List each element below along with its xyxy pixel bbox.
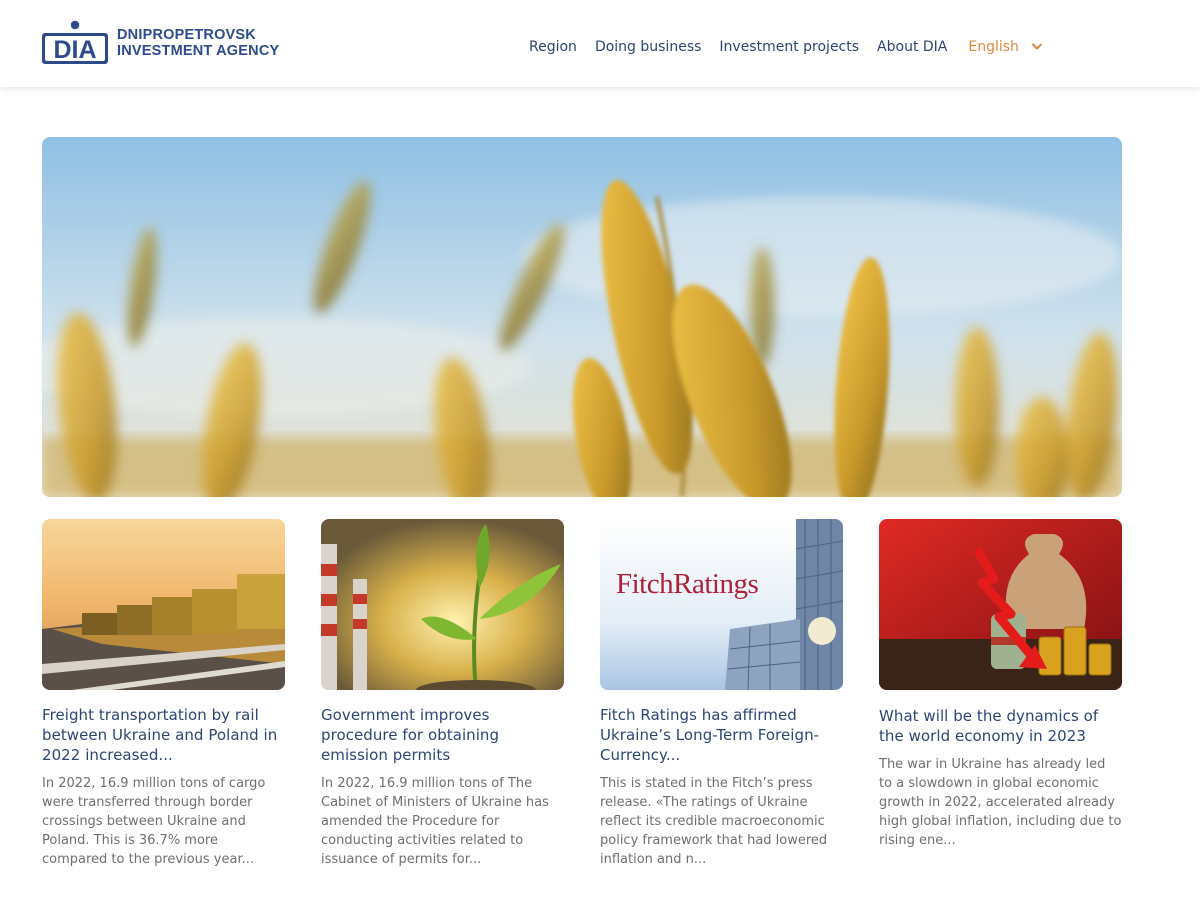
card-title[interactable]: Government improves procedure for obtain… — [321, 705, 564, 765]
chimneys-sprout-image — [321, 519, 564, 690]
news-card[interactable]: What will be the dynamics of the world e… — [879, 519, 1122, 850]
card-title[interactable]: Fitch Ratings has affirmed Ukraine’s Lon… — [600, 705, 843, 765]
freight-train-image — [42, 519, 285, 690]
news-cards: Freight transportation by rail between U… — [42, 519, 1122, 879]
wheat-field-image — [42, 137, 1122, 497]
card-excerpt: In 2022, 16.9 million tons of The Cabine… — [321, 776, 549, 867]
main-nav: Region Doing business Investment project… — [529, 38, 1043, 56]
fitch-ratings-image: FitchRatings — [600, 519, 843, 690]
site-header: DIA DNIPROPETROVSK INVESTMENT AGENCY Reg… — [0, 0, 1200, 87]
hero-banner[interactable] — [42, 137, 1122, 497]
card-excerpt: This is stated in the Fitch’s press rele… — [600, 776, 828, 867]
news-card[interactable]: FitchRatings Fitch Ratings has affirmed … — [600, 519, 843, 869]
card-excerpt: In 2022, 16.9 million tons of cargo were… — [42, 776, 266, 867]
logo-text: DNIPROPETROVSK INVESTMENT AGENCY — [117, 27, 279, 59]
card-image[interactable]: FitchRatings — [600, 519, 843, 690]
nav-investment-projects[interactable]: Investment projects — [719, 39, 859, 55]
chevron-down-icon — [1031, 43, 1042, 50]
nav-doing-business[interactable]: Doing business — [595, 39, 701, 55]
fitch-ratings-image-text: FitchRatings — [616, 568, 758, 600]
dia-logo-mark: DIA — [42, 20, 108, 64]
logo-line-1: DNIPROPETROVSK — [117, 27, 256, 43]
news-card[interactable]: Freight transportation by rail between U… — [42, 519, 285, 869]
money-bag-arrow-image — [879, 519, 1122, 690]
nav-region[interactable]: Region — [529, 39, 577, 55]
logo[interactable]: DIA DNIPROPETROVSK INVESTMENT AGENCY — [42, 20, 279, 66]
card-title[interactable]: What will be the dynamics of the world e… — [879, 706, 1122, 746]
card-excerpt: The war in Ukraine has already led to a … — [879, 757, 1122, 848]
language-label: English — [968, 39, 1019, 55]
logo-line-2: INVESTMENT AGENCY — [117, 43, 280, 59]
logo-mark-text: DIA — [53, 36, 96, 64]
nav-about-dia[interactable]: About DIA — [877, 39, 947, 55]
card-image[interactable] — [879, 519, 1122, 690]
card-image[interactable] — [321, 519, 564, 690]
news-card[interactable]: Government improves procedure for obtain… — [321, 519, 564, 869]
card-image[interactable] — [42, 519, 285, 690]
card-title[interactable]: Freight transportation by rail between U… — [42, 705, 285, 765]
language-selector[interactable]: English — [968, 39, 1043, 55]
